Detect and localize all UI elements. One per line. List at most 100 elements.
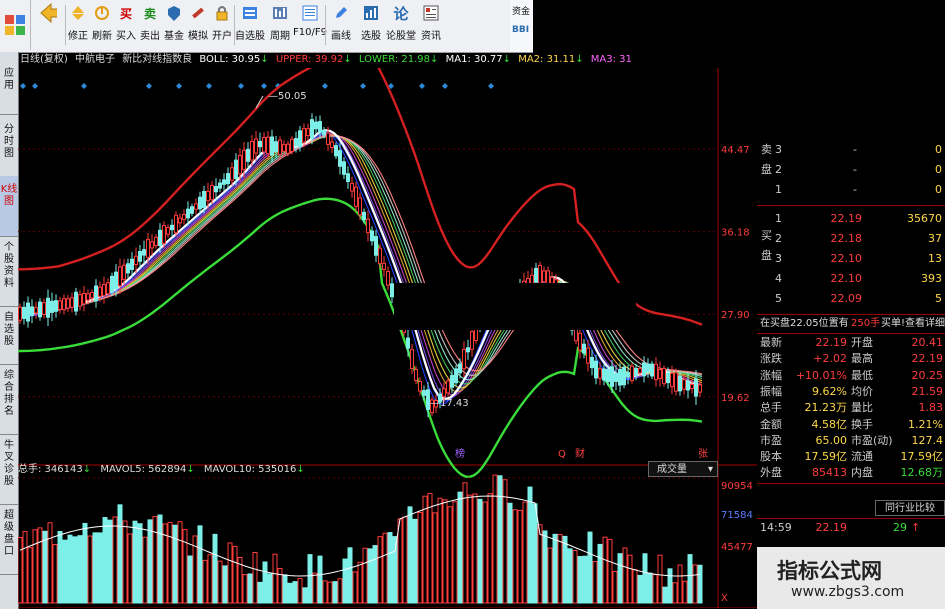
volume-bar xyxy=(377,536,383,604)
candle-body xyxy=(202,191,206,209)
toolbar-btn-9[interactable]: F10/F9 xyxy=(293,0,327,50)
f10-icon xyxy=(301,5,319,21)
sell-price: - xyxy=(853,163,857,176)
volume-bar xyxy=(92,532,98,604)
toolbar-btn-0[interactable]: 修正 xyxy=(66,0,90,50)
volume-bar xyxy=(657,554,663,604)
sidebar-item-intraday[interactable]: 分时图 xyxy=(0,114,18,177)
compare-button[interactable]: 同行业比较 xyxy=(875,500,945,516)
buy-row[interactable]: 3 22.10 13 xyxy=(757,251,945,267)
bbi-label[interactable]: BBI xyxy=(510,17,533,35)
stat-row: 最新 22.19 开盘 20.41 xyxy=(757,335,945,351)
kline-chart[interactable]: 44.47 36.18 27.90 19.62 —50.05 —17.43 榜 Q 财 张 9095… xyxy=(18,68,757,608)
candle-body xyxy=(338,150,342,167)
volume-bar xyxy=(392,536,398,604)
price-axis-label: 36.18 xyxy=(721,228,750,239)
stat-value: 1.83 xyxy=(918,401,944,415)
sidebar-item-ranking[interactable]: 综合排名 xyxy=(0,364,18,435)
sidebar-item-super-quote[interactable]: 超级盘口 xyxy=(0,504,18,575)
toolbar-btn-5[interactable]: 模拟 xyxy=(186,0,210,50)
volume-bar xyxy=(677,564,683,604)
toolbar-btn-13[interactable]: 资讯 xyxy=(416,0,446,50)
event-marker: Q xyxy=(558,449,566,460)
toolbar-btn-12[interactable]: 论 论股堂 xyxy=(386,0,416,50)
sidebar-item-diagnosis[interactable]: 牛叉诊股 xyxy=(0,434,18,505)
toolbar-btn-4[interactable]: 基金 xyxy=(162,0,186,50)
volume-bar xyxy=(222,565,228,604)
volume-bar xyxy=(42,530,48,604)
price-axis-label: 44.47 xyxy=(721,145,750,156)
candle-body xyxy=(222,179,226,185)
event-diamond xyxy=(81,83,87,89)
stat-value: +10.01% xyxy=(795,368,847,382)
candle-body xyxy=(210,184,214,201)
sidebar-item-watchlist[interactable]: 自选股 xyxy=(0,306,18,365)
candle-body xyxy=(386,270,390,286)
tick-row: 14:59 22.19 29 ↑ xyxy=(757,520,945,536)
buy-row[interactable]: 2 22.18 37 xyxy=(757,231,945,247)
candle-body xyxy=(178,217,182,224)
volume-bar xyxy=(407,506,413,604)
candle-body xyxy=(350,182,354,192)
sell-row[interactable]: 2 - 0 xyxy=(757,162,945,178)
buy-row[interactable]: 4 22.10 393 xyxy=(757,271,945,287)
volume-bar xyxy=(632,569,638,604)
candle-body xyxy=(274,141,278,153)
fund-icon xyxy=(165,5,183,21)
period-label[interactable]: 日线(复权) xyxy=(20,54,68,65)
candle-body xyxy=(642,362,646,377)
sidebar-item-app[interactable]: 应用 xyxy=(0,52,18,115)
volume-bar xyxy=(387,532,393,604)
candle-body xyxy=(250,140,254,161)
sell-row[interactable]: 3 - 0 xyxy=(757,142,945,158)
toolbar-label: 论股堂 xyxy=(386,31,416,42)
toolbar-edge: 资金 BBI xyxy=(510,0,533,52)
status-link[interactable]: 买单!查看详细 xyxy=(881,316,945,332)
volume-bar xyxy=(367,548,373,604)
candle-body xyxy=(82,292,86,305)
toolbar-label: 选股 xyxy=(361,31,381,42)
volume-bar xyxy=(472,493,478,604)
fund-flow-label[interactable]: 资金 xyxy=(510,0,533,17)
toolbar-label: 买入 xyxy=(116,31,136,42)
toolbar-btn-11[interactable]: 选股 xyxy=(356,0,386,50)
upper-arrow: ↓ xyxy=(343,54,352,65)
candle-body xyxy=(130,258,134,270)
volume-bar xyxy=(417,511,423,604)
buy-row[interactable]: 1 22.19 35670 xyxy=(757,211,945,227)
volume-bar xyxy=(267,573,273,604)
back-button[interactable] xyxy=(31,0,65,50)
toolbar-btn-8[interactable]: 周期 xyxy=(265,0,295,50)
buy-level: 1 xyxy=(775,212,782,225)
buy-price: 22.19 xyxy=(830,212,863,225)
volume-bar xyxy=(202,559,208,604)
toolbar-btn-2[interactable]: 买 买入 xyxy=(114,0,138,50)
volume-bar xyxy=(567,548,573,604)
toolbar-btn-3[interactable]: 卖 卖出 xyxy=(138,0,162,50)
sell-row[interactable]: 1 - 0 xyxy=(757,182,945,198)
candle-body xyxy=(422,390,426,396)
volume-bar xyxy=(272,553,278,604)
toolbar-btn-6[interactable]: 开户 xyxy=(210,0,234,50)
buy-row[interactable]: 5 22.09 5 xyxy=(757,291,945,307)
sidebar-item-kline[interactable]: K线图 xyxy=(0,176,18,237)
candle-body xyxy=(18,306,22,321)
volume-bar xyxy=(572,549,578,604)
select-stock-icon xyxy=(362,5,380,21)
volume-bar xyxy=(322,580,328,604)
volume-bar xyxy=(247,573,253,604)
volume-bar xyxy=(207,554,213,604)
volume-bar xyxy=(57,530,63,604)
toolbar-btn-10[interactable]: 画线 xyxy=(326,0,356,50)
order-status[interactable]: 在买盘22.05位置有 250手 买单!查看详细 xyxy=(757,316,945,332)
candle-body xyxy=(406,337,410,349)
sidebar-item-stock-info[interactable]: 个股资料 xyxy=(0,236,18,307)
event-marker: 财 xyxy=(575,447,585,460)
toolbar-btn-7[interactable]: 自选股 xyxy=(235,0,265,50)
toolbar-btn-1[interactable]: 刷新 xyxy=(90,0,114,50)
grid-menu-icon[interactable] xyxy=(0,0,31,50)
indicator-select[interactable]: 成交量 ▾ xyxy=(648,461,718,477)
tick-arrow: ↑ xyxy=(911,521,921,534)
volume-bar xyxy=(18,537,23,604)
candle-body xyxy=(614,373,618,382)
